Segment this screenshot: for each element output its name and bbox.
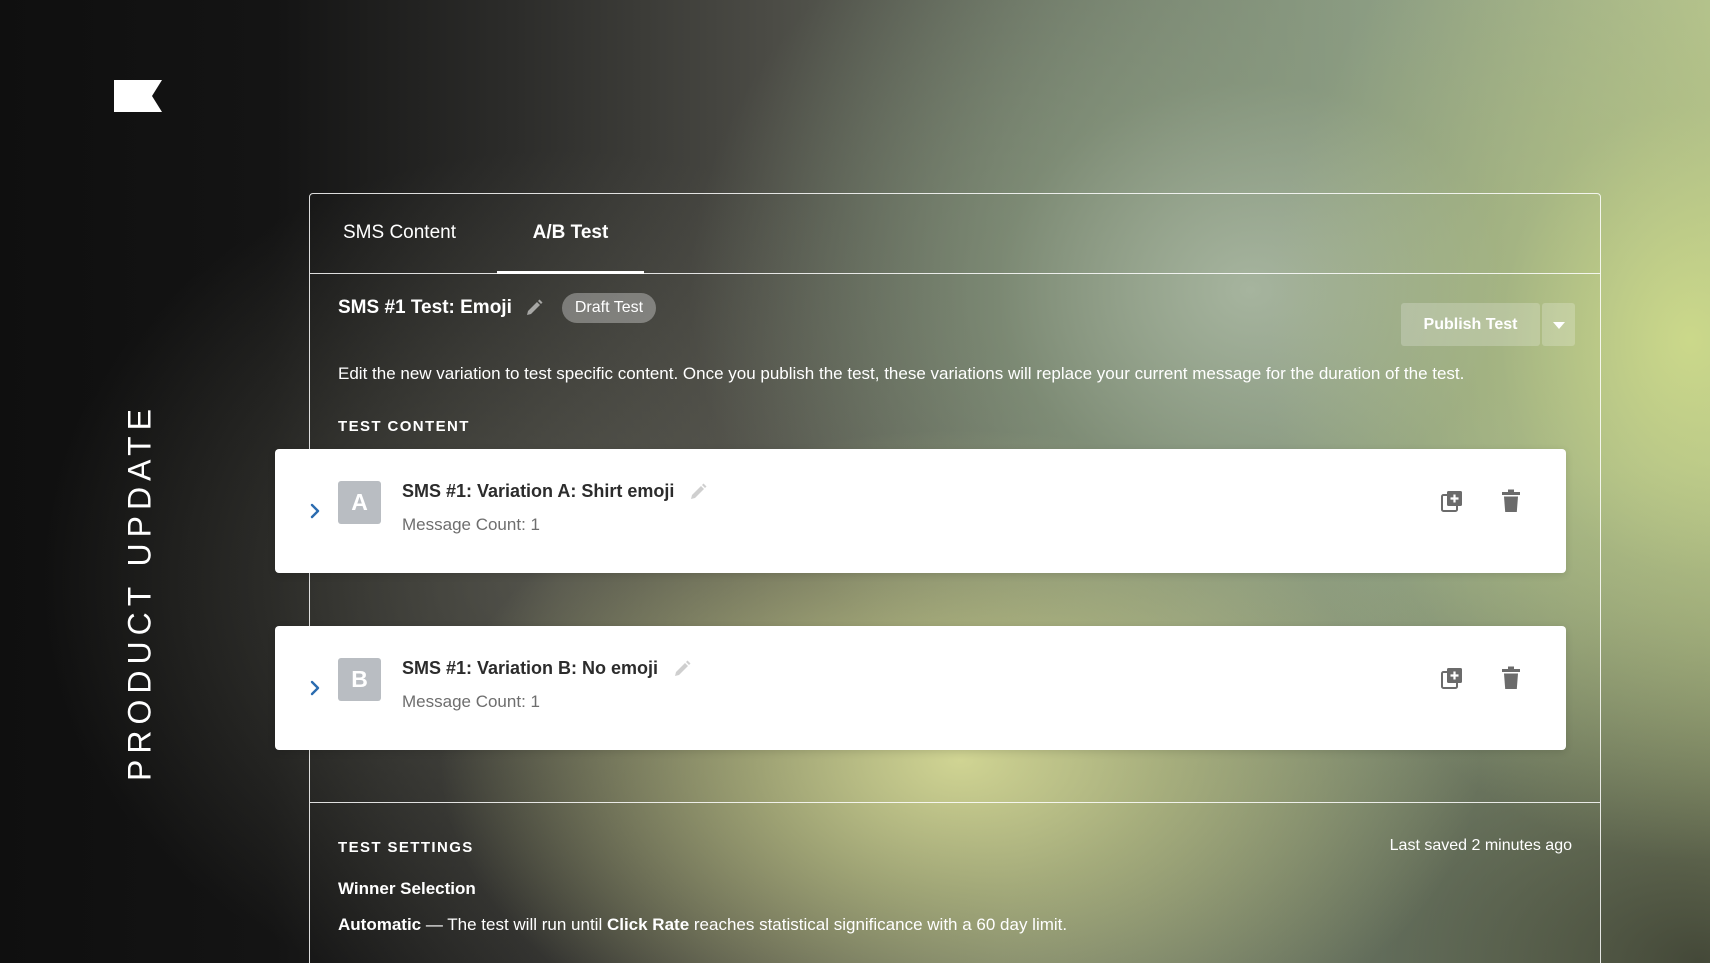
test-content-heading: TEST CONTENT bbox=[338, 418, 470, 435]
chevron-right-icon[interactable] bbox=[309, 679, 321, 697]
variation-letter-badge: B bbox=[338, 658, 381, 701]
winner-text-2: reaches statistical significance with a … bbox=[689, 915, 1068, 934]
pencil-icon[interactable] bbox=[688, 482, 708, 502]
winner-selection-description: Automatic — The test will run until Clic… bbox=[338, 915, 1067, 935]
last-saved-text: Last saved 2 minutes ago bbox=[1389, 837, 1572, 854]
variation-letter-badge: A bbox=[338, 481, 381, 524]
test-header: SMS #1 Test: Emoji Draft Test bbox=[338, 293, 657, 323]
winner-mode: Automatic bbox=[338, 915, 422, 934]
tab-bar: SMS Content A/B Test bbox=[310, 194, 1600, 274]
tab-sms-content[interactable]: SMS Content bbox=[343, 194, 456, 274]
pencil-icon[interactable] bbox=[672, 659, 692, 679]
publish-options-dropdown[interactable] bbox=[1542, 303, 1575, 346]
winner-text-1: — The test will run until bbox=[421, 915, 607, 934]
winner-selection-label: Winner Selection bbox=[338, 879, 476, 898]
pencil-icon[interactable] bbox=[524, 298, 544, 318]
test-settings-heading: TEST SETTINGS bbox=[338, 839, 474, 856]
ab-test-panel: SMS Content A/B Test SMS #1 Test: Emoji … bbox=[309, 193, 1601, 963]
section-divider bbox=[310, 802, 1600, 803]
tab-ab-test[interactable]: A/B Test bbox=[497, 194, 644, 274]
test-description: Edit the new variation to test specific … bbox=[338, 364, 1465, 383]
message-count: Message Count: 1 bbox=[402, 515, 540, 534]
side-title: PRODUCT UPDATE bbox=[121, 403, 158, 781]
duplicate-icon[interactable] bbox=[1440, 666, 1464, 690]
winner-metric: Click Rate bbox=[606, 915, 690, 934]
test-title: SMS #1 Test: Emoji bbox=[338, 297, 512, 318]
flag-logo-icon bbox=[114, 80, 162, 112]
duplicate-icon[interactable] bbox=[1440, 489, 1464, 513]
variation-name: SMS #1: Variation B: No emoji bbox=[402, 658, 659, 678]
trash-icon[interactable] bbox=[1500, 489, 1522, 513]
trash-icon[interactable] bbox=[1500, 666, 1522, 690]
variation-card[interactable]: A SMS #1: Variation A: Shirt emoji Messa… bbox=[275, 449, 1566, 573]
variation-name-row: SMS #1: Variation B: No emoji bbox=[402, 658, 692, 679]
variation-name-row: SMS #1: Variation A: Shirt emoji bbox=[402, 481, 708, 502]
variation-name: SMS #1: Variation A: Shirt emoji bbox=[402, 481, 675, 501]
message-count: Message Count: 1 bbox=[402, 692, 540, 711]
publish-test-button[interactable]: Publish Test bbox=[1401, 303, 1540, 346]
status-badge: Draft Test bbox=[561, 293, 657, 323]
chevron-right-icon[interactable] bbox=[309, 502, 321, 520]
variation-card[interactable]: B SMS #1: Variation B: No emoji Message … bbox=[275, 626, 1566, 750]
